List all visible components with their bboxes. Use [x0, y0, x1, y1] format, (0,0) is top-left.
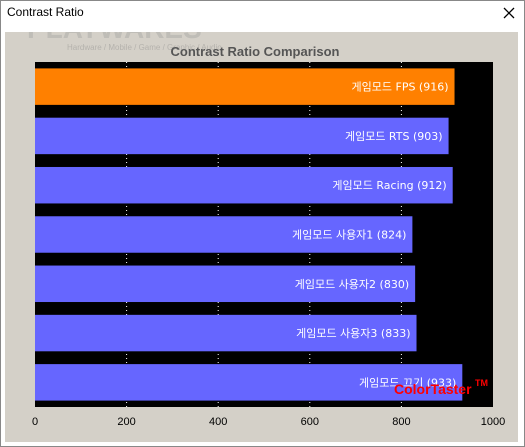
bar-label: 게임모드 FPS (916) — [352, 81, 449, 94]
close-icon — [503, 7, 515, 19]
x-tick-label: 0 — [32, 416, 38, 428]
colortaster-text: ColorTaster — [394, 381, 472, 397]
watermark-tagline: Hardware / Mobile / Game / Graphic / Aud… — [67, 43, 222, 52]
playwares-watermark: PLAYWARES Hardware / Mobile / Game / Gra… — [27, 32, 222, 52]
chart-panel: 게임모드 FPS (916) 게임모드 RTS (903) 게임모드 Racing … — [5, 32, 518, 442]
bar-label: 게임모드 사용자3 (833) — [296, 327, 410, 340]
x-tick-label: 600 — [301, 416, 319, 428]
x-tick-label: 800 — [392, 416, 410, 428]
bar-label: 게임모드 사용자2 (830) — [295, 278, 409, 291]
bars: 게임모드 FPS (916) 게임모드 RTS (903) 게임모드 Racing … — [35, 68, 463, 401]
app-window: Contrast Ratio 게임모드 FPS (916) 게임모드 RTS (9… — [0, 0, 525, 447]
title-bar: Contrast Ratio — [1, 1, 524, 25]
x-tick-label: 200 — [117, 416, 135, 428]
bar-label: 게임모드 RTS (903) — [345, 130, 443, 143]
bar-label: 게임모드 사용자1 (824) — [292, 229, 406, 242]
bar-chart: 게임모드 FPS (916) 게임모드 RTS (903) 게임모드 Racing … — [27, 32, 505, 428]
x-tick-label: 1000 — [481, 416, 505, 428]
colortaster-tm: TM — [475, 378, 488, 388]
bar-label: 게임모드 Racing (912) — [332, 179, 446, 192]
window-title: Contrast Ratio — [7, 5, 84, 19]
x-axis-ticks: 0 200 400 600 800 1000 — [32, 416, 505, 428]
x-tick-label: 400 — [209, 416, 227, 428]
close-button[interactable] — [494, 1, 524, 25]
